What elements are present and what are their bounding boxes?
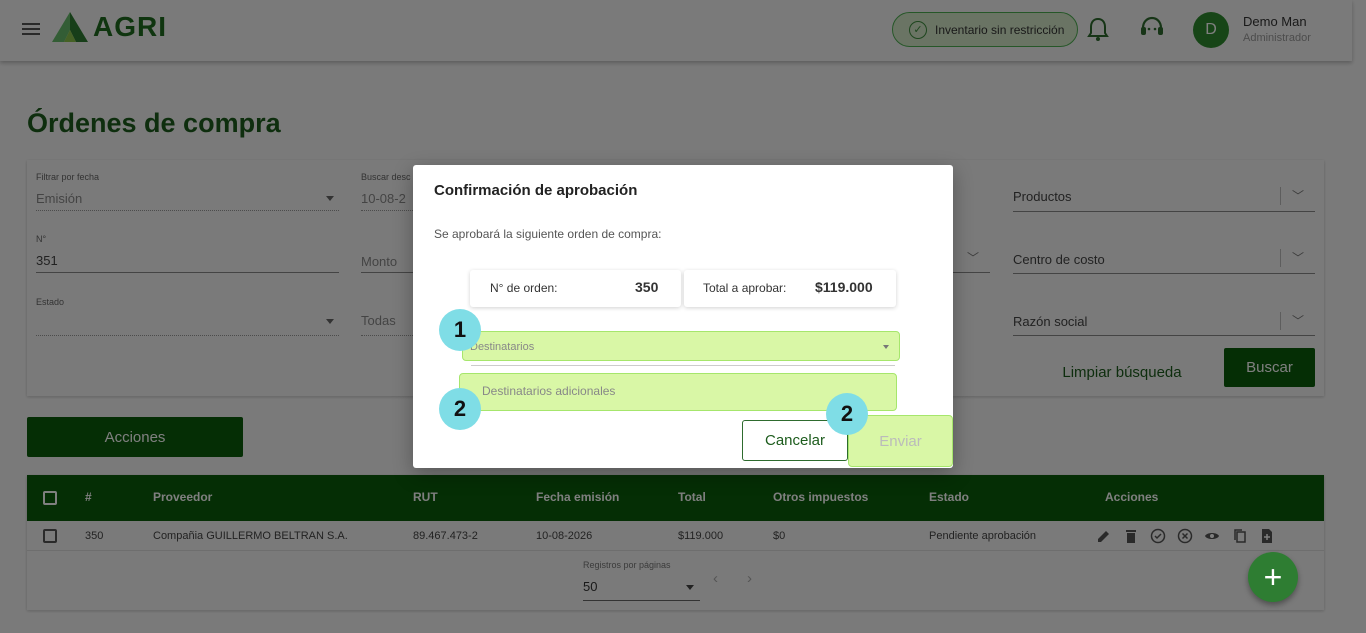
annotation-badge: 1 [439,309,481,351]
approval-dialog: Confirmación de aprobación Se aprobará l… [413,165,953,468]
dialog-title: Confirmación de aprobación [434,182,638,199]
annotation-badge: 2 [826,393,868,435]
add-order-button[interactable]: + [1248,552,1298,602]
chevron-down-icon [883,345,889,349]
total-box: Total a aprobar: $119.000 [684,270,896,307]
additional-recipients-placeholder: Destinatarios adicionales [482,384,616,398]
order-number-label: N° de orden: [490,281,558,295]
total-label: Total a aprobar: [703,281,787,295]
order-number-box: N° de orden: 350 [470,270,681,307]
recipients-underline [471,365,895,366]
recipients-select[interactable]: Destinatarios [462,331,900,361]
total-value: $119.000 [815,279,873,295]
dialog-subtitle: Se aprobará la siguiente orden de compra… [434,227,662,241]
recipients-placeholder: Destinatarios [470,341,535,353]
annotation-badge: 2 [439,388,481,430]
order-number-value: 350 [635,279,659,295]
